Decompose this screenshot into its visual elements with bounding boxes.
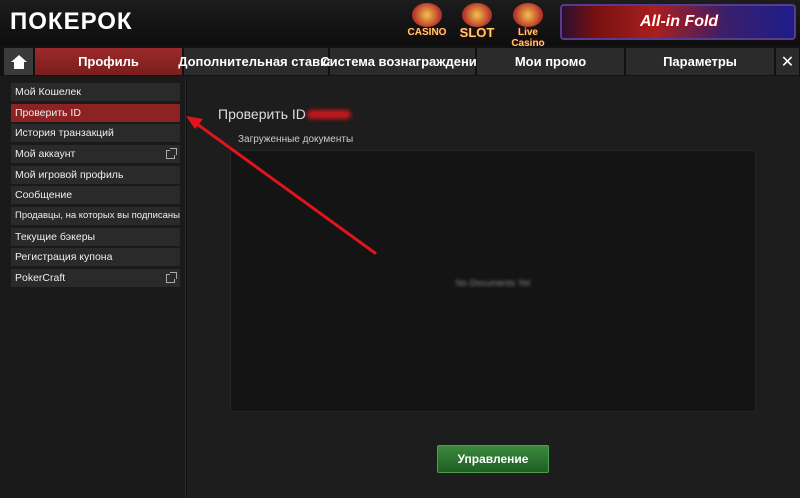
- close-icon[interactable]: ✕: [776, 48, 800, 75]
- slot-machine-icon: [462, 3, 492, 27]
- sidebar-item-label: Текущие бэкеры: [15, 231, 96, 243]
- banner-text: All-in Fold: [640, 13, 719, 30]
- tab-additional-bet[interactable]: Дополнительная ставка: [178, 48, 334, 75]
- sidebar-item-pokercraft[interactable]: PokerCraft: [10, 268, 181, 288]
- page-title: Проверить ID: [218, 106, 306, 122]
- tab-profile[interactable]: Профиль: [35, 48, 183, 75]
- slot-button[interactable]: SLOT: [457, 3, 497, 43]
- sidebar-item-label: Мой Кошелек: [15, 86, 81, 98]
- sidebar-item-label: Сообщение: [15, 189, 73, 201]
- tab-rewards-system[interactable]: Система вознаграждений: [320, 48, 485, 75]
- tab-my-promos[interactable]: Мои промо: [477, 48, 625, 75]
- manage-button[interactable]: Управление: [437, 445, 549, 473]
- external-link-icon: [166, 148, 177, 159]
- sidebar-item-game-profile[interactable]: Мой игровой профиль: [10, 165, 181, 185]
- sidebar-item-coupon[interactable]: Регистрация купона: [10, 247, 181, 267]
- pokerok-logo[interactable]: ПОКЕРОК: [10, 8, 133, 36]
- redacted-user-id: [307, 110, 351, 119]
- sidebar-item-messages[interactable]: Сообщение: [10, 185, 181, 205]
- all-in-fold-banner[interactable]: All-in Fold: [560, 4, 796, 40]
- logo-text: ПОКЕРОК: [10, 8, 133, 35]
- tab-settings[interactable]: Параметры: [626, 48, 775, 75]
- sidebar-item-label: Продавцы, на которых вы подписаны: [15, 210, 180, 221]
- live-casino-icon: [513, 3, 543, 27]
- sidebar-item-label: Мой игровой профиль: [15, 169, 124, 181]
- uploaded-documents-box: No Documents Yet: [230, 150, 756, 412]
- sidebar-item-my-account[interactable]: Мой аккаунт: [10, 144, 181, 164]
- empty-documents-text: No Documents Yet: [455, 278, 531, 288]
- live-casino-button[interactable]: Live Casino: [508, 3, 548, 49]
- casino-button[interactable]: CASINO: [407, 3, 447, 43]
- home-icon: [10, 54, 27, 69]
- sidebar-item-label: Проверить ID: [15, 107, 81, 119]
- sidebar-item-wallet[interactable]: Мой Кошелек: [10, 82, 181, 102]
- top-header: ПОКЕРОК CASINO SLOT Live Casino All-in F…: [0, 0, 800, 49]
- sidebar-item-followed-sellers[interactable]: Продавцы, на которых вы подписаны: [10, 206, 181, 226]
- sidebar-item-label: Мой аккаунт: [15, 148, 76, 160]
- sidebar-item-transactions[interactable]: История транзакций: [10, 123, 181, 143]
- slot-label: SLOT: [459, 25, 495, 40]
- sidebar-item-label: PokerCraft: [15, 272, 66, 284]
- casino-roulette-icon: [412, 3, 442, 27]
- uploaded-documents-label: Загруженные документы: [238, 134, 354, 145]
- home-button[interactable]: [4, 48, 34, 75]
- sidebar-item-label: Регистрация купона: [15, 251, 113, 263]
- casino-label: CASINO: [407, 27, 447, 38]
- sidebar-item-current-backers[interactable]: Текущие бэкеры: [10, 227, 181, 247]
- sidebar-item-label: История транзакций: [15, 127, 114, 139]
- profile-nav-tabs: Профиль Дополнительная ставка Система во…: [0, 46, 800, 76]
- sidebar-item-verify-id[interactable]: Проверить ID: [10, 103, 181, 123]
- external-link-icon: [166, 272, 177, 283]
